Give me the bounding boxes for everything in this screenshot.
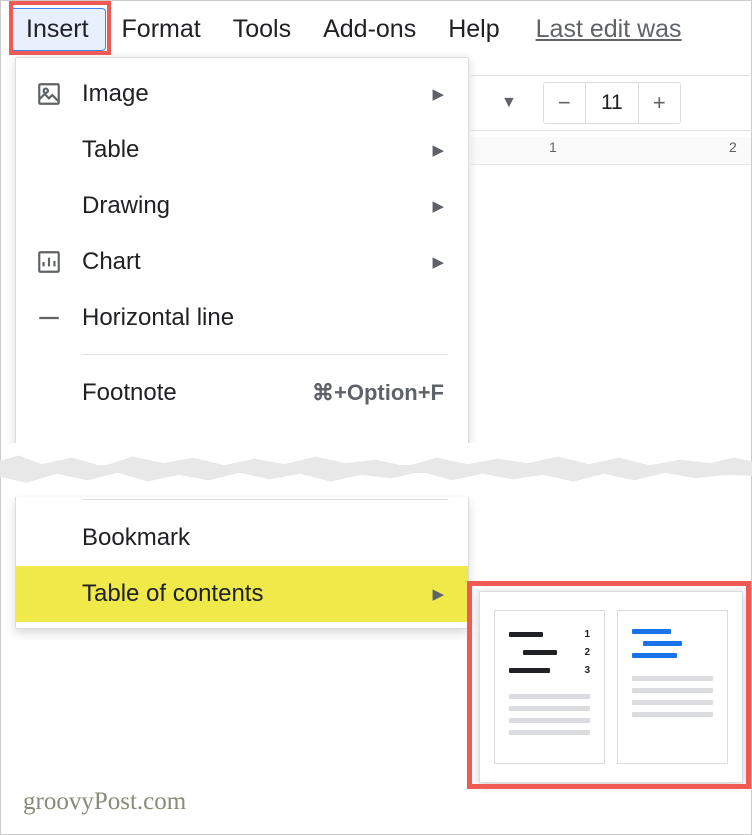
toolbar: ▼ − 11 + xyxy=(471,75,752,131)
menu-item-table-of-contents[interactable]: Table of contents ▶ xyxy=(16,566,468,622)
submenu-arrow-icon: ▶ xyxy=(432,253,444,271)
ruler-mark: 1 xyxy=(549,139,557,155)
menu-item-label: Image xyxy=(82,80,432,108)
menu-item-footnote[interactable]: Footnote ⌘+Option+F xyxy=(16,365,468,421)
menu-item-bookmark[interactable]: Bookmark xyxy=(16,510,468,566)
menu-item-image[interactable]: Image ▶ xyxy=(16,66,468,122)
ruler: 1 2 xyxy=(471,137,751,165)
menu-divider xyxy=(82,354,448,355)
menubar: Insert Format Tools Add-ons Help Last ed… xyxy=(1,1,751,57)
insert-dropdown: Image ▶ Table ▶ Drawing ▶ Chart ▶ Horizo… xyxy=(15,57,469,450)
menu-item-label: Drawing xyxy=(82,192,432,220)
last-edit-link[interactable]: Last edit was xyxy=(536,15,682,44)
menu-shortcut: ⌘+Option+F xyxy=(312,380,444,406)
menu-item-drawing[interactable]: Drawing ▶ xyxy=(16,178,468,234)
menu-item-label: Chart xyxy=(82,248,432,276)
menu-divider xyxy=(82,499,448,500)
horizontal-line-icon xyxy=(36,305,82,331)
menu-item-table[interactable]: Table ▶ xyxy=(16,122,468,178)
font-size-decrease[interactable]: − xyxy=(544,83,586,123)
menu-item-label: Bookmark xyxy=(82,524,444,552)
submenu-arrow-icon: ▶ xyxy=(432,197,444,215)
toc-with-blue-links[interactable] xyxy=(617,610,728,764)
menu-help[interactable]: Help xyxy=(432,9,515,50)
menu-item-label: Footnote xyxy=(82,379,312,407)
menu-item-label: Horizontal line xyxy=(82,304,444,332)
chart-icon xyxy=(36,249,82,275)
menu-item-label: Table xyxy=(82,136,432,164)
image-icon xyxy=(36,81,82,107)
menu-item-label: Table of contents xyxy=(82,580,432,608)
submenu-arrow-icon: ▶ xyxy=(432,85,444,103)
torn-separator xyxy=(1,443,751,495)
toc-with-page-numbers[interactable]: 1 2 3 xyxy=(494,610,605,764)
menu-format[interactable]: Format xyxy=(106,9,217,50)
font-size-control: − 11 + xyxy=(543,82,681,124)
font-dropdown-arrow[interactable]: ▼ xyxy=(481,94,537,112)
font-size-value[interactable]: 11 xyxy=(586,83,638,123)
submenu-arrow-icon: ▶ xyxy=(432,141,444,159)
menu-item-chart[interactable]: Chart ▶ xyxy=(16,234,468,290)
menu-insert[interactable]: Insert xyxy=(9,8,106,51)
menu-tools[interactable]: Tools xyxy=(217,9,307,50)
insert-dropdown-lower: Bookmark Table of contents ▶ xyxy=(15,497,469,629)
watermark: groovyPost.com xyxy=(23,788,186,816)
menu-item-horizontal-line[interactable]: Horizontal line xyxy=(16,290,468,346)
submenu-arrow-icon: ▶ xyxy=(432,585,444,603)
font-size-increase[interactable]: + xyxy=(638,83,680,123)
menu-add-ons[interactable]: Add-ons xyxy=(307,9,432,50)
ruler-mark: 2 xyxy=(729,139,737,155)
toc-submenu: 1 2 3 xyxy=(479,591,743,783)
